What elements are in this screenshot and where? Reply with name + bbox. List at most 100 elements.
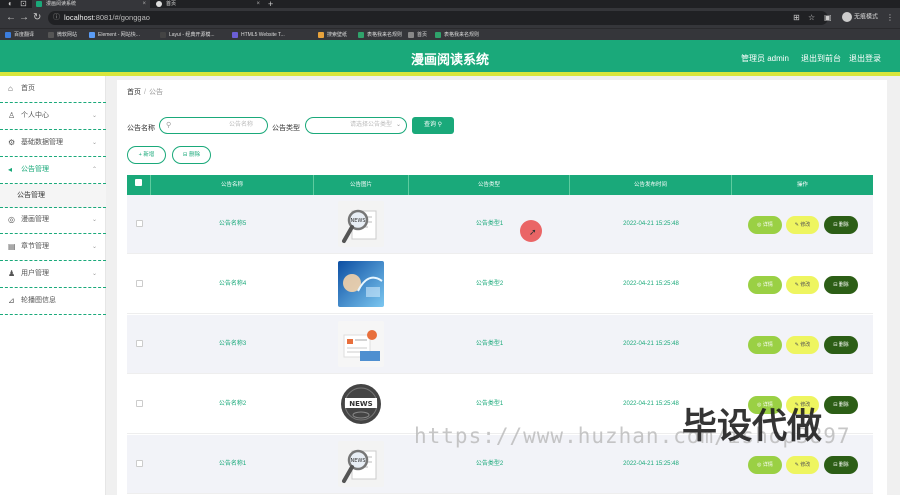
column-header: 公告类型	[409, 175, 570, 195]
browser-tab-active[interactable]: 漫画阅读系统 ×	[32, 0, 150, 8]
bookmark-item[interactable]: 百度翻译	[5, 30, 34, 40]
sidebar-item-comics[interactable]: ◎ 漫画管理 ⌄	[0, 207, 106, 234]
bookmark-item[interactable]: 表格我来名规则	[435, 30, 479, 40]
home-icon: ⌂	[8, 84, 13, 93]
notice-type-cell: 公告类型1	[475, 341, 504, 347]
logout-link[interactable]: 退出登录	[849, 53, 881, 64]
browser-tab-bar: 漫画阅读系统 × 首页 × + ◐ ⊡	[0, 0, 900, 9]
notice-thumbnail[interactable]	[338, 261, 384, 307]
notice-thumbnail[interactable]: NEWS	[338, 441, 384, 487]
breadcrumb-current: 公告	[148, 89, 163, 96]
element-icon	[89, 32, 95, 38]
sidebar-item-profile[interactable]: ♙ 个人中心 ⌄	[0, 103, 106, 130]
sidebar-item-base-data[interactable]: ⚙ 基础数据管理 ⌄	[0, 130, 106, 157]
chevron-down-icon: ⌄	[91, 271, 97, 277]
detail-button[interactable]: ◎ 详情	[748, 456, 782, 474]
exit-to-frontend-link[interactable]: 退出到前台	[801, 53, 841, 64]
info-icon[interactable]: ⓘ	[53, 11, 60, 25]
reload-icon[interactable]: ↻	[33, 12, 41, 23]
row-checkbox[interactable]	[135, 459, 143, 467]
edit-button[interactable]: ✎ 修改	[786, 336, 819, 354]
row-checkbox[interactable]	[135, 279, 143, 287]
back-icon[interactable]: ←	[6, 12, 16, 23]
edit-button[interactable]: ✎ 修改	[786, 216, 819, 234]
batch-delete-button[interactable]: ⊟ 删除	[172, 146, 211, 164]
sidebar-item-notice[interactable]: ◂ 公告管理 ⌃	[0, 157, 106, 184]
close-tab-icon[interactable]: ×	[142, 0, 146, 8]
globe-icon	[408, 32, 414, 38]
extension-icon[interactable]: ▣	[824, 13, 832, 22]
breadcrumb-home[interactable]: 首页	[127, 89, 141, 96]
chapter-icon: ▤	[8, 242, 16, 251]
row-checkbox[interactable]	[135, 399, 143, 407]
star-icon[interactable]: ☆	[808, 13, 815, 22]
sidebar-item-label: 公告管理	[21, 166, 49, 173]
detail-button[interactable]: ◎ 详情	[748, 336, 782, 354]
sidebar-item-home[interactable]: ⌂ 首页	[0, 76, 106, 103]
notice-type-cell: 公告类型1	[475, 221, 504, 227]
delete-button[interactable]: ⊟ 删除	[824, 276, 858, 294]
type-select[interactable]: 请选择公告类型 ⌄	[305, 117, 407, 134]
column-header: 操作	[796, 182, 808, 188]
notice-thumbnail[interactable]	[338, 321, 384, 367]
notice-thumbnail[interactable]: NEWS	[338, 201, 384, 247]
sidebar-subitem-notice-manage[interactable]: 公告管理	[0, 184, 106, 208]
notice-thumbnail[interactable]: NEWS	[338, 381, 384, 427]
svg-text:NEWS: NEWS	[349, 400, 372, 408]
detail-button[interactable]: ◎ 详情	[748, 216, 782, 234]
detail-button[interactable]: ◎ 详情	[748, 276, 782, 294]
carousel-icon: ⊿	[8, 296, 15, 305]
add-button[interactable]: + 新增	[127, 146, 166, 164]
table-icon	[358, 32, 364, 38]
delete-button[interactable]: ⊟ 删除	[824, 456, 858, 474]
bookmark-item[interactable]: Layui - 经典开源模...	[160, 30, 215, 40]
bookmark-item[interactable]: Element - 网站快...	[89, 30, 140, 40]
delete-button[interactable]: ⊟ 删除	[824, 396, 858, 414]
edit-button[interactable]: ✎ 修改	[786, 276, 819, 294]
table-row: 公告名称5 NEWS 公告类型1 2022-04-21 15:25:48 ◎ 详情 ✎ 修…	[127, 195, 873, 254]
edit-label: 修改	[800, 222, 811, 228]
svg-text:NEWS: NEWS	[350, 458, 365, 464]
delete-button[interactable]: ⊟ 删除	[824, 336, 858, 354]
edit-icon: ✎	[794, 222, 799, 228]
book-icon: ◎	[8, 215, 15, 224]
bookmark-label: Element - 网站快...	[98, 32, 140, 38]
watermark-text: 毕设代做	[682, 407, 823, 447]
app-header: 漫画阅读系统 管理员 admin 退出到前台 退出登录	[0, 40, 900, 76]
detail-icon: ◎	[757, 222, 762, 228]
tab-search-icon[interactable]: ◐	[8, 0, 13, 8]
delete-label: 删除	[838, 282, 849, 288]
browser-tab[interactable]: 首页 ×	[152, 0, 264, 8]
trash-icon: ⊟	[833, 342, 838, 348]
delete-button[interactable]: ⊟ 删除	[824, 216, 858, 234]
admin-label: 管理员 admin	[741, 54, 790, 63]
bookmark-item[interactable]: 首页	[408, 30, 427, 40]
search-button[interactable]: 查询 ⚲	[412, 117, 454, 134]
plus-icon: +	[138, 152, 142, 158]
table-row: 公告名称4 公告类型2 2022-04-21 15:25:48 ◎ 详情 ✎ 修改 ⊟ 删…	[127, 255, 873, 314]
url-field[interactable]: ⓘ localhost:8081/#/gonggao	[48, 11, 828, 25]
forward-icon[interactable]: →	[19, 12, 29, 23]
close-tab-icon[interactable]: ×	[256, 0, 260, 8]
select-all-checkbox[interactable]	[135, 179, 142, 186]
bookmark-item[interactable]: 微软网站	[48, 30, 77, 40]
megaphone-icon: ◂	[8, 165, 13, 174]
profile-button[interactable]: 无痕模式	[842, 12, 878, 24]
edit-icon: ✎	[794, 282, 799, 288]
tab-grid-icon[interactable]: ⊡	[20, 0, 27, 8]
sidebar-item-chapters[interactable]: ▤ 章节管理 ⌄	[0, 234, 106, 261]
column-header: 公告图片	[314, 175, 409, 195]
bookmark-item[interactable]: 搜索壁纸	[318, 30, 347, 40]
menu-icon[interactable]: ⋮	[886, 13, 894, 22]
edit-button[interactable]: ✎ 修改	[786, 456, 819, 474]
bookmark-item[interactable]: HTML5 Website T...	[232, 30, 285, 40]
sidebar-item-users[interactable]: ♟ 用户管理 ⌄	[0, 261, 106, 288]
table-row: 公告名称3 公告类型1 2022-04-21 15:25:48 ◎ 详情 ✎ 修改 ⊟ 删…	[127, 315, 873, 374]
row-checkbox[interactable]	[135, 219, 143, 227]
name-search-input[interactable]: ⚲ 公告名称	[159, 117, 268, 134]
sidebar-item-carousel[interactable]: ⊿ 轮播图信息	[0, 288, 106, 315]
row-checkbox[interactable]	[135, 339, 143, 347]
translate-icon[interactable]: ⊞	[793, 13, 800, 22]
bookmark-item[interactable]: 表格我来名规则	[358, 30, 402, 40]
windows-icon	[48, 32, 54, 38]
